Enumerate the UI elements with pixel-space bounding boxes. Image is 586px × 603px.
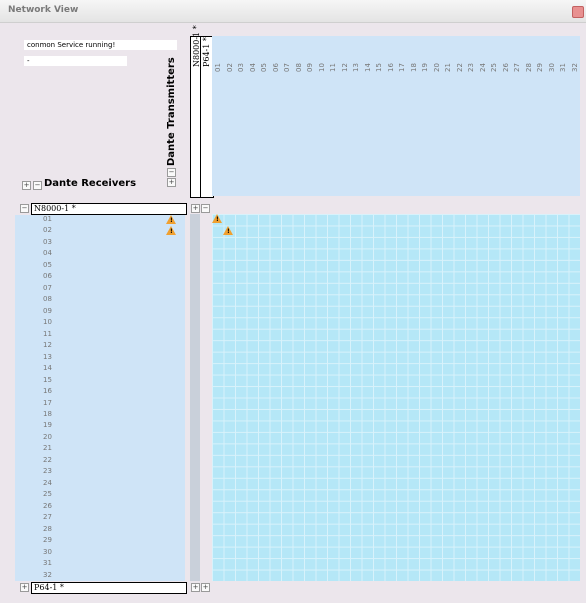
routing-matrix[interactable] <box>212 214 580 581</box>
tx-channel-label: 29 <box>536 63 544 72</box>
rx-channel-label: 12 <box>43 341 52 350</box>
tx-channel-label: 06 <box>271 63 280 72</box>
tx-channel-label: 19 <box>421 63 429 72</box>
rx-channel-list: 01 02 03 04 05 06 07 08 09 10 11 12 13 14 15 16 17 18 19 20… <box>15 215 185 581</box>
warning-icon: ! <box>212 214 223 224</box>
tx-channel-label: 22 <box>455 63 464 72</box>
tx-channel-label: 08 <box>294 63 303 72</box>
rx-channel-label: 09 <box>43 306 52 315</box>
status-message: conmon Service running! <box>24 40 177 50</box>
tx-channel-label: 02 <box>225 63 234 72</box>
tx-channel-label: 32 <box>570 63 579 72</box>
rx-channel-label: 16 <box>43 387 52 396</box>
tx-channel-label: 20 <box>432 63 441 72</box>
grid-expand-button[interactable]: + <box>191 204 200 213</box>
rx-channel-label: 19 <box>43 421 52 430</box>
rx-channel-label: 14 <box>43 364 52 373</box>
tx-channel-label: 15 <box>375 63 383 72</box>
tx-channel-label: 11 <box>329 63 337 72</box>
warning-icon: ! <box>166 226 177 236</box>
rx-channel-label: 17 <box>43 398 52 407</box>
rx-channel-label: 15 <box>43 375 52 384</box>
tx-channel-label: 14 <box>363 63 372 72</box>
tx-channel-label: 24 <box>478 63 487 72</box>
rx-channel-label: 11 <box>43 329 52 338</box>
rx-channel-label: 05 <box>43 260 52 269</box>
rx-channel-label: 32 <box>43 570 52 579</box>
tx-channel-header: 01 02 03 04 05 06 07 08 09 10 11 12 13 14 15 16 17 18 19 20… <box>212 36 580 196</box>
rx-device-collapse-button[interactable]: − <box>20 204 29 213</box>
window-titlebar <box>0 0 586 23</box>
rx-channel-label: 30 <box>43 547 52 556</box>
rx-channel-label: 04 <box>43 249 52 258</box>
rx-device-expand-button[interactable]: + <box>20 583 29 592</box>
tx-channel-label: 10 <box>317 63 326 72</box>
rx-channel-label: 10 <box>43 318 52 327</box>
rx-channel-label: 01 <box>43 215 52 223</box>
tx-channel-label: 21 <box>444 63 452 72</box>
tx-channel-label: 25 <box>490 63 498 72</box>
tx-channel-label: 04 <box>248 63 257 72</box>
tx-channel-label: 16 <box>386 63 395 72</box>
rx-channel-label: 21 <box>43 444 52 453</box>
matrix-separator <box>190 214 200 581</box>
grid-collapse-button[interactable]: − <box>201 204 210 213</box>
close-icon[interactable] <box>572 6 584 18</box>
tx-channel-label: 26 <box>501 63 510 72</box>
tx-collapse-button[interactable]: − <box>167 168 176 177</box>
rx-expand-button[interactable]: + <box>22 181 31 190</box>
rx-channel-label: 26 <box>43 501 52 510</box>
rx-collapse-button[interactable]: − <box>33 181 42 190</box>
dante-transmitters-header: Dante Transmitters <box>166 57 177 166</box>
tx-channel-label: 31 <box>559 63 567 72</box>
rx-channel-label: 03 <box>43 237 52 246</box>
tx-channel-label: 03 <box>237 63 245 72</box>
rx-device-p64[interactable]: P64-1 * <box>31 582 187 594</box>
rx-channel-label: 22 <box>43 455 52 464</box>
tx-channel-label: 23 <box>467 63 475 72</box>
tx-channel-label: 28 <box>524 63 533 72</box>
window-title: Network View <box>8 5 79 15</box>
footer-expand-button[interactable]: + <box>191 583 200 592</box>
dante-receivers-header: Dante Receivers <box>44 178 137 189</box>
tx-channel-label: 17 <box>398 63 406 72</box>
tx-channel-label: 07 <box>283 63 291 72</box>
tx-channel-label: 05 <box>260 63 268 72</box>
status-detail: - <box>24 56 127 66</box>
rx-channel-label: 25 <box>43 490 52 499</box>
tx-channel-label: 09 <box>306 63 314 72</box>
rx-channel-label: 07 <box>43 283 52 292</box>
rx-channel-label: 31 <box>43 559 52 568</box>
rx-channel-label: 13 <box>43 352 52 361</box>
tx-expand-button[interactable]: + <box>167 178 176 187</box>
tx-channel-label: 27 <box>513 63 521 72</box>
warning-icon: ! <box>166 215 177 225</box>
footer-expand-button-2[interactable]: + <box>201 583 210 592</box>
rx-channel-label: 20 <box>43 432 52 441</box>
rx-channel-label: 08 <box>43 295 52 304</box>
rx-channel-label: 02 <box>43 226 52 235</box>
rx-channel-label: 27 <box>43 513 52 522</box>
tx-channel-label: 30 <box>547 63 556 72</box>
rx-channel-label: 24 <box>43 478 52 487</box>
rx-channel-label: 18 <box>43 409 52 418</box>
tx-channel-label: 12 <box>340 63 349 72</box>
rx-channel-label: 28 <box>43 524 52 533</box>
rx-channel-label: 23 <box>43 467 52 476</box>
rx-channel-label: 06 <box>43 272 52 281</box>
warning-icon: ! <box>223 226 234 236</box>
tx-channel-label: 18 <box>409 63 418 72</box>
tx-channel-label: 01 <box>214 63 222 72</box>
rx-device-n8000[interactable]: N8000-1 * <box>31 203 187 215</box>
rx-channel-label: 29 <box>43 536 52 545</box>
tx-channel-label: 13 <box>352 63 360 72</box>
tx-device-label-2: P64-1 * <box>202 37 211 67</box>
